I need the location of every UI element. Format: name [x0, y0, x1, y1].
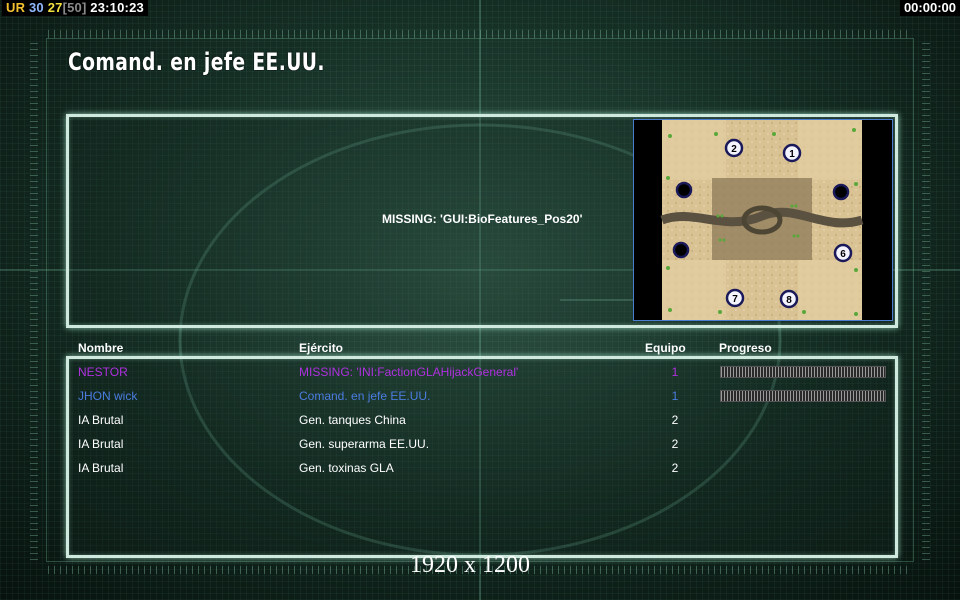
- player-army: Comand. en jefe EE.UU.: [299, 389, 431, 403]
- resolution-label: 1920 x 1200: [410, 552, 530, 578]
- hud-value-b: 27: [47, 0, 63, 15]
- player-name: IA Brutal: [78, 461, 124, 475]
- hud-bracket-value: [50]: [62, 0, 87, 15]
- player-progress-bar: [720, 390, 886, 402]
- column-header-progress: Progreso: [719, 341, 772, 355]
- hud-value-a: 30: [29, 0, 44, 15]
- player-army: Gen. tanques China: [299, 413, 406, 427]
- player-team: 2: [671, 437, 679, 451]
- player-row: IA Brutal Gen. toxinas GLA 2: [70, 458, 890, 480]
- start-position-label: 2: [731, 144, 737, 155]
- player-team: 2: [671, 413, 679, 427]
- start-position-label: 1: [789, 149, 795, 160]
- hud-prefix: UR: [6, 0, 26, 15]
- ruler-top: [48, 30, 912, 38]
- player-row: JHON wick Comand. en jefe EE.UU. 1: [70, 386, 890, 408]
- map-preview: 2 1 6 7 8: [633, 119, 893, 321]
- column-header-name: Nombre: [78, 341, 124, 355]
- start-position-label: 8: [786, 295, 792, 306]
- player-progress-bar: [720, 366, 886, 378]
- page-title: Comand. en jefe EE.UU.: [68, 48, 325, 76]
- hud-clock: 23:10:23: [90, 0, 144, 15]
- column-header-army: Ejército: [299, 341, 344, 355]
- player-name: JHON wick: [78, 389, 138, 403]
- player-army: MISSING: 'INI:FactionGLAHijackGeneral': [299, 365, 519, 379]
- start-position-marker: [672, 241, 690, 259]
- start-position-marker: [675, 181, 693, 199]
- player-name: IA Brutal: [78, 413, 124, 427]
- ruler-right: [922, 40, 930, 560]
- player-army: Gen. superarma EE.UU.: [299, 437, 430, 451]
- ruler-left: [30, 40, 38, 560]
- player-team: 1: [671, 365, 679, 379]
- player-row: IA Brutal Gen. superarma EE.UU. 2: [70, 434, 890, 456]
- player-name: NESTOR: [78, 365, 128, 379]
- player-army: Gen. toxinas GLA: [299, 461, 394, 475]
- player-name: IA Brutal: [78, 437, 124, 451]
- player-row: NESTOR MISSING: 'INI:FactionGLAHijackGen…: [70, 362, 890, 384]
- player-row: IA Brutal Gen. tanques China 2: [70, 410, 890, 432]
- bio-features-text: MISSING: 'GUI:BioFeatures_Pos20': [382, 212, 583, 226]
- hud-stats: UR 30 27[50] 23:10:23: [2, 0, 148, 16]
- player-team: 1: [671, 389, 679, 403]
- start-position-label: 6: [840, 249, 846, 260]
- column-header-team: Equipo: [645, 341, 686, 355]
- player-team: 2: [671, 461, 679, 475]
- start-position-label: 7: [732, 294, 738, 305]
- start-position-marker: [832, 183, 850, 201]
- hud-timer: 00:00:00: [899, 0, 960, 16]
